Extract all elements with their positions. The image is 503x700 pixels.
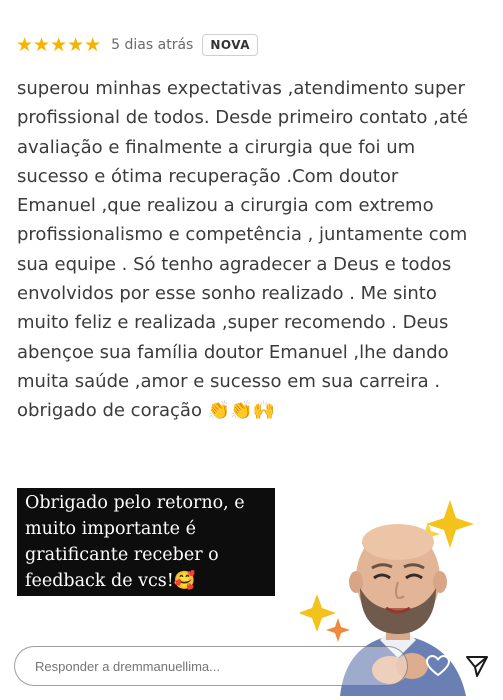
reply-text: Obrigado pelo retorno, e muito important… — [25, 493, 245, 591]
bottom-bar — [0, 638, 503, 696]
review-date: 5 dias atrás — [111, 37, 194, 53]
heart-icon[interactable] — [426, 655, 450, 677]
new-badge: NOVA — [202, 34, 259, 56]
sparkle-icon — [298, 594, 336, 632]
reply-text-box: Obrigado pelo retorno, e muito important… — [17, 488, 275, 596]
review-header: ★★★★★ 5 dias atrás NOVA — [16, 32, 259, 58]
send-icon[interactable] — [465, 654, 489, 678]
star-rating: ★★★★★ — [16, 33, 102, 56]
review-text: superou minhas expectativas ,atendimento… — [17, 78, 469, 422]
reply-input[interactable] — [14, 646, 408, 686]
